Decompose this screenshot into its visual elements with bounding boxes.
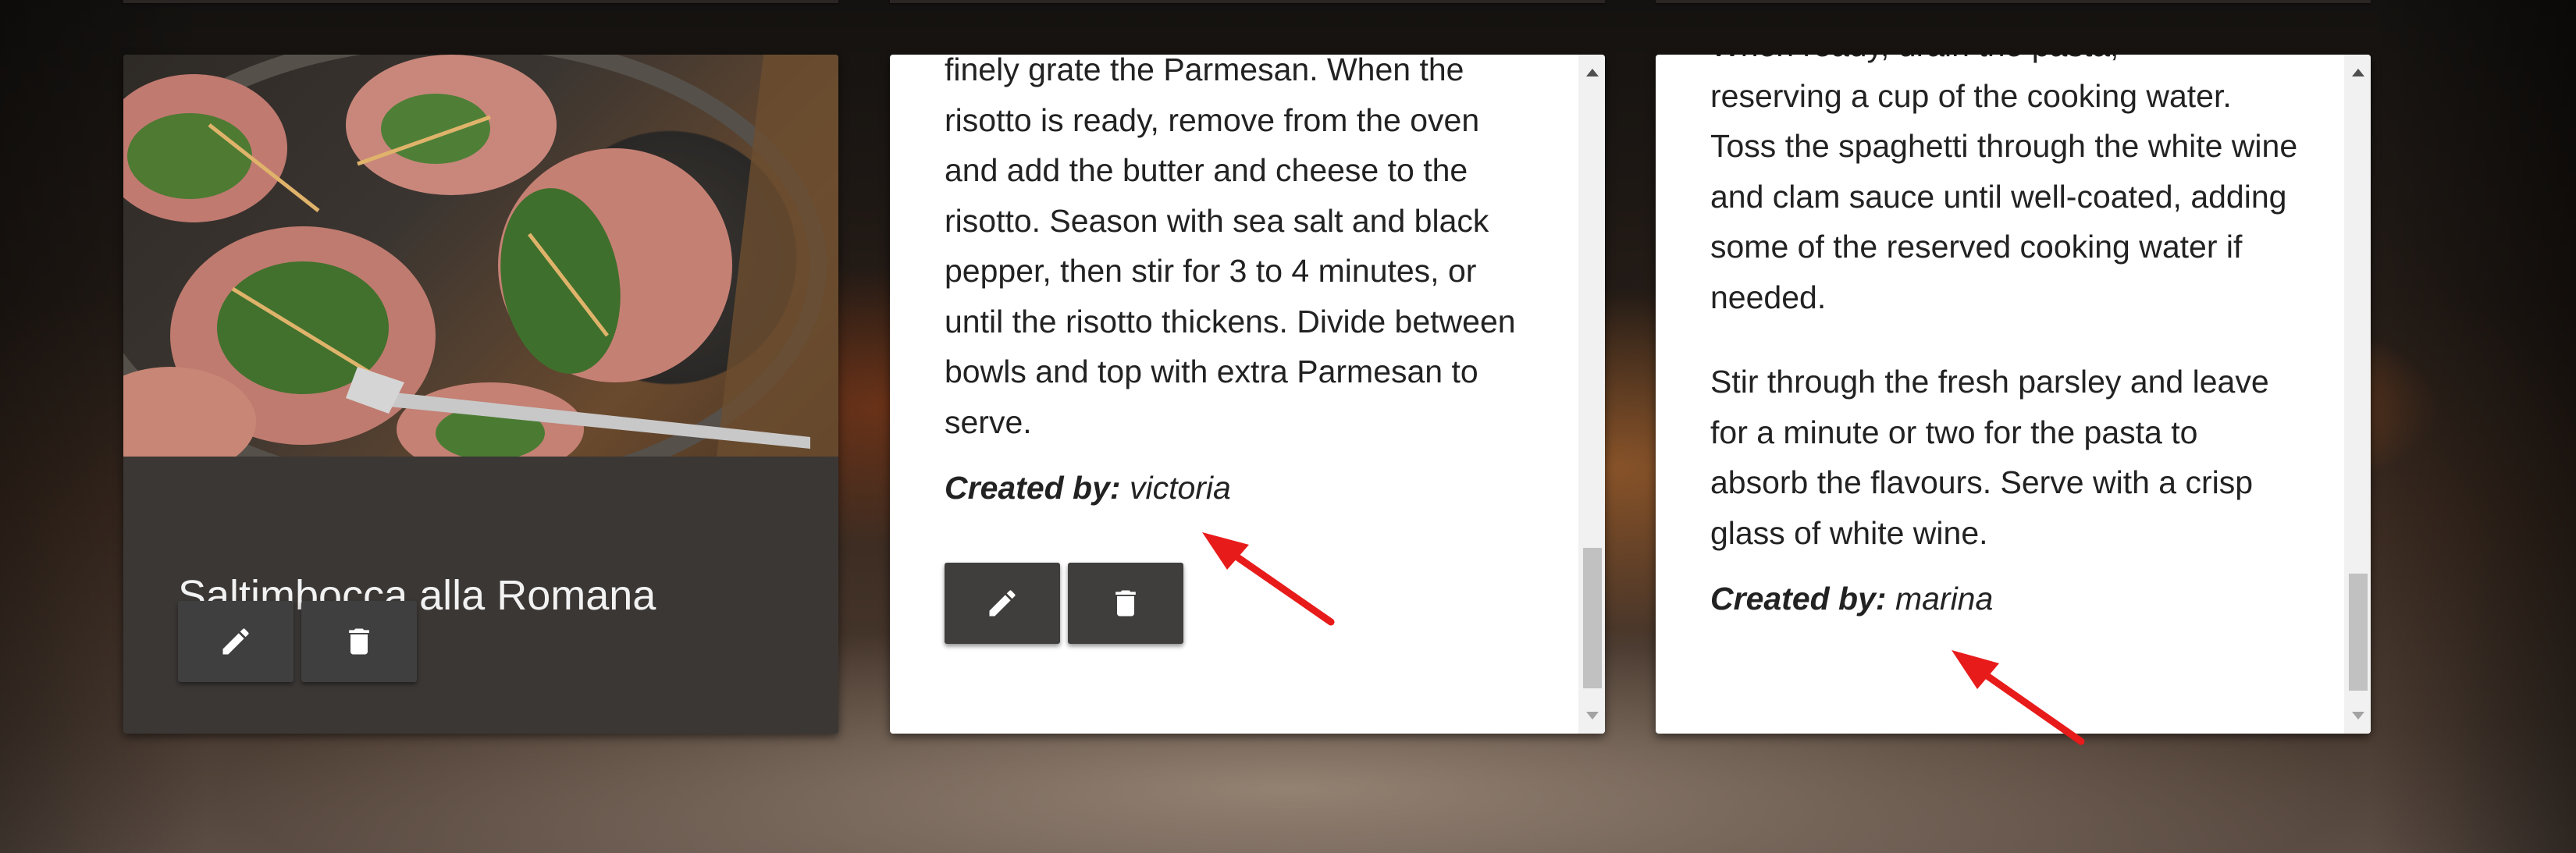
recipe-image	[123, 55, 838, 500]
created-by: Created by: marina	[1710, 574, 2304, 624]
created-by-user: marina	[1895, 581, 1994, 617]
previous-card-edge	[890, 0, 1605, 3]
created-by-label: Created by:	[1710, 581, 1887, 617]
edit-button[interactable]	[945, 563, 1060, 644]
scroll-up-arrow-icon[interactable]	[1586, 69, 1599, 76]
method-paragraph: finely grate the Parmesan. When the riso…	[945, 55, 1516, 440]
recipe-method-text: finely grate the Parmesan. When the riso…	[945, 55, 1538, 514]
scroll-down-arrow-icon[interactable]	[2352, 712, 2364, 720]
scroll-down-arrow-icon[interactable]	[1586, 712, 1599, 720]
scrollbar-thumb[interactable]	[2349, 574, 2368, 691]
scrollbar[interactable]	[2344, 55, 2371, 734]
recipe-card-saltimbocca: Saltimbocca alla Romana	[123, 55, 838, 734]
recipe-method-text: When ready, drain the pasta, reserving a…	[1710, 55, 2304, 624]
method-partial-line: When ready, drain the pasta,	[1710, 55, 2304, 71]
previous-card-edge	[1656, 0, 2371, 3]
created-by-user: victoria	[1129, 470, 1231, 506]
created-by-label: Created by:	[945, 470, 1121, 506]
recipe-card-risotto: finely grate the Parmesan. When the riso…	[890, 55, 1605, 734]
previous-card-edge	[123, 0, 838, 3]
scrollbar[interactable]	[1578, 55, 1605, 734]
method-paragraph: Stir through the fresh parsley and leave…	[1710, 364, 2269, 551]
scroll-up-arrow-icon[interactable]	[2352, 69, 2364, 76]
method-paragraph: reserving a cup of the cooking water. To…	[1710, 77, 2298, 315]
recipe-card-spaghetti: When ready, drain the pasta, reserving a…	[1656, 55, 2371, 734]
pencil-icon	[222, 628, 249, 655]
saltimbocca-photo-icon	[123, 55, 838, 500]
trash-icon	[349, 628, 369, 655]
scrollbar-thumb[interactable]	[1583, 548, 1602, 688]
edit-button[interactable]	[178, 601, 294, 682]
trash-icon	[1115, 590, 1136, 617]
delete-button[interactable]	[1068, 563, 1183, 644]
pencil-icon	[989, 590, 1016, 617]
created-by: Created by: victoria	[945, 463, 1538, 514]
delete-button[interactable]	[301, 601, 417, 682]
